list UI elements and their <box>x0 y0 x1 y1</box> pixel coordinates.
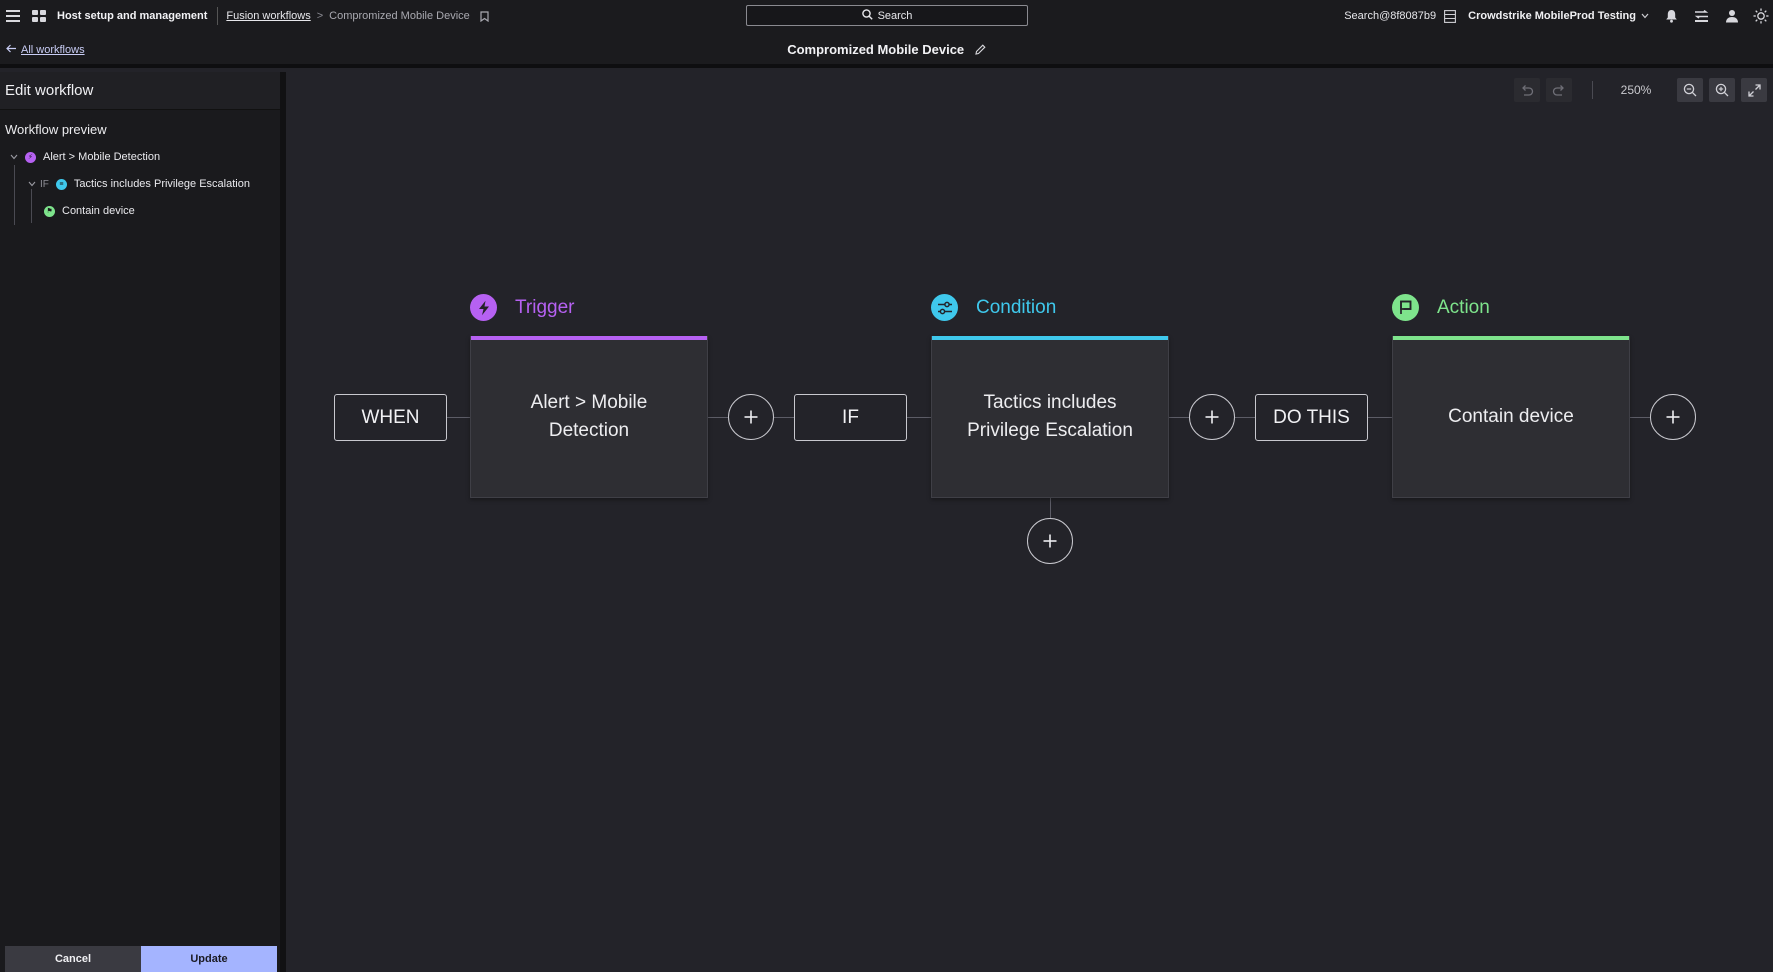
connector-line <box>907 417 931 418</box>
trigger-header: Trigger <box>470 294 574 321</box>
workflow-canvas[interactable]: 250% WHEN Trigger Alert > Mobile Detecti… <box>292 72 1773 972</box>
toolbar-divider <box>1592 81 1593 99</box>
connector-line <box>1235 417 1255 418</box>
apps-icon[interactable] <box>28 10 50 22</box>
add-step-button[interactable] <box>1189 394 1235 440</box>
trigger-icon: ⚡ <box>25 151 36 163</box>
app-title: Host setup and management <box>57 10 208 22</box>
condition-card[interactable]: Tactics includes Privilege Escalation <box>931 336 1169 498</box>
fit-to-screen-icon[interactable] <box>1741 78 1767 102</box>
if-label: IF <box>794 394 907 441</box>
zoom-level: 250% <box>1620 83 1652 97</box>
trigger-card[interactable]: Alert > Mobile Detection <box>470 336 708 498</box>
plus-icon <box>1043 534 1057 548</box>
tree-item-action[interactable]: ⚑ Contain device <box>44 205 135 217</box>
search-icon <box>861 8 873 23</box>
edit-pencil-icon[interactable] <box>975 43 986 58</box>
breadcrumb-fusion-workflows[interactable]: Fusion workflows <box>226 10 310 22</box>
changes-icon[interactable] <box>1694 9 1709 23</box>
tree-item-label: Tactics includes Privilege Escalation <box>73 178 250 190</box>
action-header: Action <box>1392 294 1490 321</box>
plus-icon <box>1205 410 1219 424</box>
trigger-card-text: Alert > Mobile Detection <box>530 392 648 441</box>
connector-line <box>774 417 794 418</box>
breadcrumb-separator: > <box>316 10 324 22</box>
tree-item-label: Alert > Mobile Detection <box>43 151 161 163</box>
tree-guide-line <box>14 165 15 225</box>
lightning-icon <box>470 294 497 321</box>
flag-icon <box>1392 294 1419 321</box>
connector-line <box>1630 417 1650 418</box>
user-profile-icon[interactable] <box>1725 9 1739 23</box>
edit-workflow-panel: Edit workflow Workflow preview ⚡ Alert >… <box>0 72 286 972</box>
add-step-button[interactable] <box>728 394 774 440</box>
menu-icon[interactable] <box>2 10 24 22</box>
zoom-out-icon[interactable] <box>1677 78 1703 102</box>
tree-item-condition[interactable]: IF ≡ Tactics includes Privilege Escalati… <box>28 178 250 190</box>
tree-item-trigger[interactable]: ⚡ Alert > Mobile Detection <box>10 151 160 163</box>
user-id: Search@8f8087b9 <box>1344 10 1437 22</box>
action-flag-icon: ⚑ <box>44 205 55 217</box>
bell-icon[interactable] <box>1665 9 1678 23</box>
tenant-list-icon[interactable] <box>1444 9 1457 23</box>
action-accent-bar <box>1393 336 1629 340</box>
trigger-header-label: Trigger <box>515 296 575 318</box>
connector-line <box>446 417 470 418</box>
do-this-label: DO THIS <box>1255 394 1368 441</box>
canvas-toolbar: 250% <box>1514 78 1767 102</box>
global-search[interactable]: Search <box>746 5 1028 26</box>
tenant-name[interactable]: Crowdstrike MobileProd Testing <box>1468 10 1636 22</box>
condition-accent-bar <box>932 336 1168 340</box>
connector-line <box>708 417 728 418</box>
condition-header-label: Condition <box>976 296 1057 318</box>
workflow-title: Compromized Mobile Device <box>0 42 1773 58</box>
redo-icon[interactable] <box>1546 78 1572 102</box>
cancel-button[interactable]: Cancel <box>5 946 141 972</box>
plus-icon <box>744 410 758 424</box>
tree-if-prefix: IF <box>40 178 49 190</box>
condition-card-text: Tactics includes Privilege Escalation <box>967 392 1133 441</box>
condition-header: Condition <box>931 294 1056 321</box>
bookmark-icon[interactable] <box>480 10 489 22</box>
sliders-icon <box>931 294 958 321</box>
trigger-accent-bar <box>471 336 707 340</box>
workflow-title-text: Compromized Mobile Device <box>787 42 965 57</box>
tree-guide-line <box>31 189 32 223</box>
connector-line <box>1368 417 1392 418</box>
action-header-label: Action <box>1437 296 1490 318</box>
chevron-down-icon[interactable] <box>1641 13 1649 19</box>
action-card-text: Contain device <box>1448 406 1574 427</box>
connector-line <box>1169 417 1189 418</box>
zoom-in-icon[interactable] <box>1709 78 1735 102</box>
chevron-down-icon[interactable] <box>10 151 18 163</box>
update-button[interactable]: Update <box>141 946 277 972</box>
workflow-tree: ⚡ Alert > Mobile Detection IF ≡ Tactics … <box>0 137 280 257</box>
add-branch-button[interactable] <box>1027 518 1073 564</box>
workflow-header: All workflows Compromized Mobile Device <box>0 32 1773 68</box>
condition-icon: ≡ <box>55 178 67 190</box>
title-divider <box>217 7 219 25</box>
tree-item-label: Contain device <box>62 205 135 217</box>
search-label: Search <box>877 9 913 22</box>
action-card[interactable]: Contain device <box>1392 336 1630 498</box>
panel-buttons: Cancel Update <box>5 946 277 972</box>
plus-icon <box>1666 410 1680 424</box>
breadcrumb-current: Compromized Mobile Device <box>329 10 470 22</box>
undo-icon[interactable] <box>1514 78 1540 102</box>
workflow-preview-heading: Workflow preview <box>5 122 107 137</box>
when-label: WHEN <box>334 394 447 441</box>
chevron-down-icon[interactable] <box>28 178 36 190</box>
add-step-button[interactable] <box>1650 394 1696 440</box>
theme-toggle-icon[interactable] <box>1753 8 1769 24</box>
top-bar: Host setup and management Fusion workflo… <box>0 0 1773 32</box>
panel-heading: Edit workflow <box>0 72 280 110</box>
